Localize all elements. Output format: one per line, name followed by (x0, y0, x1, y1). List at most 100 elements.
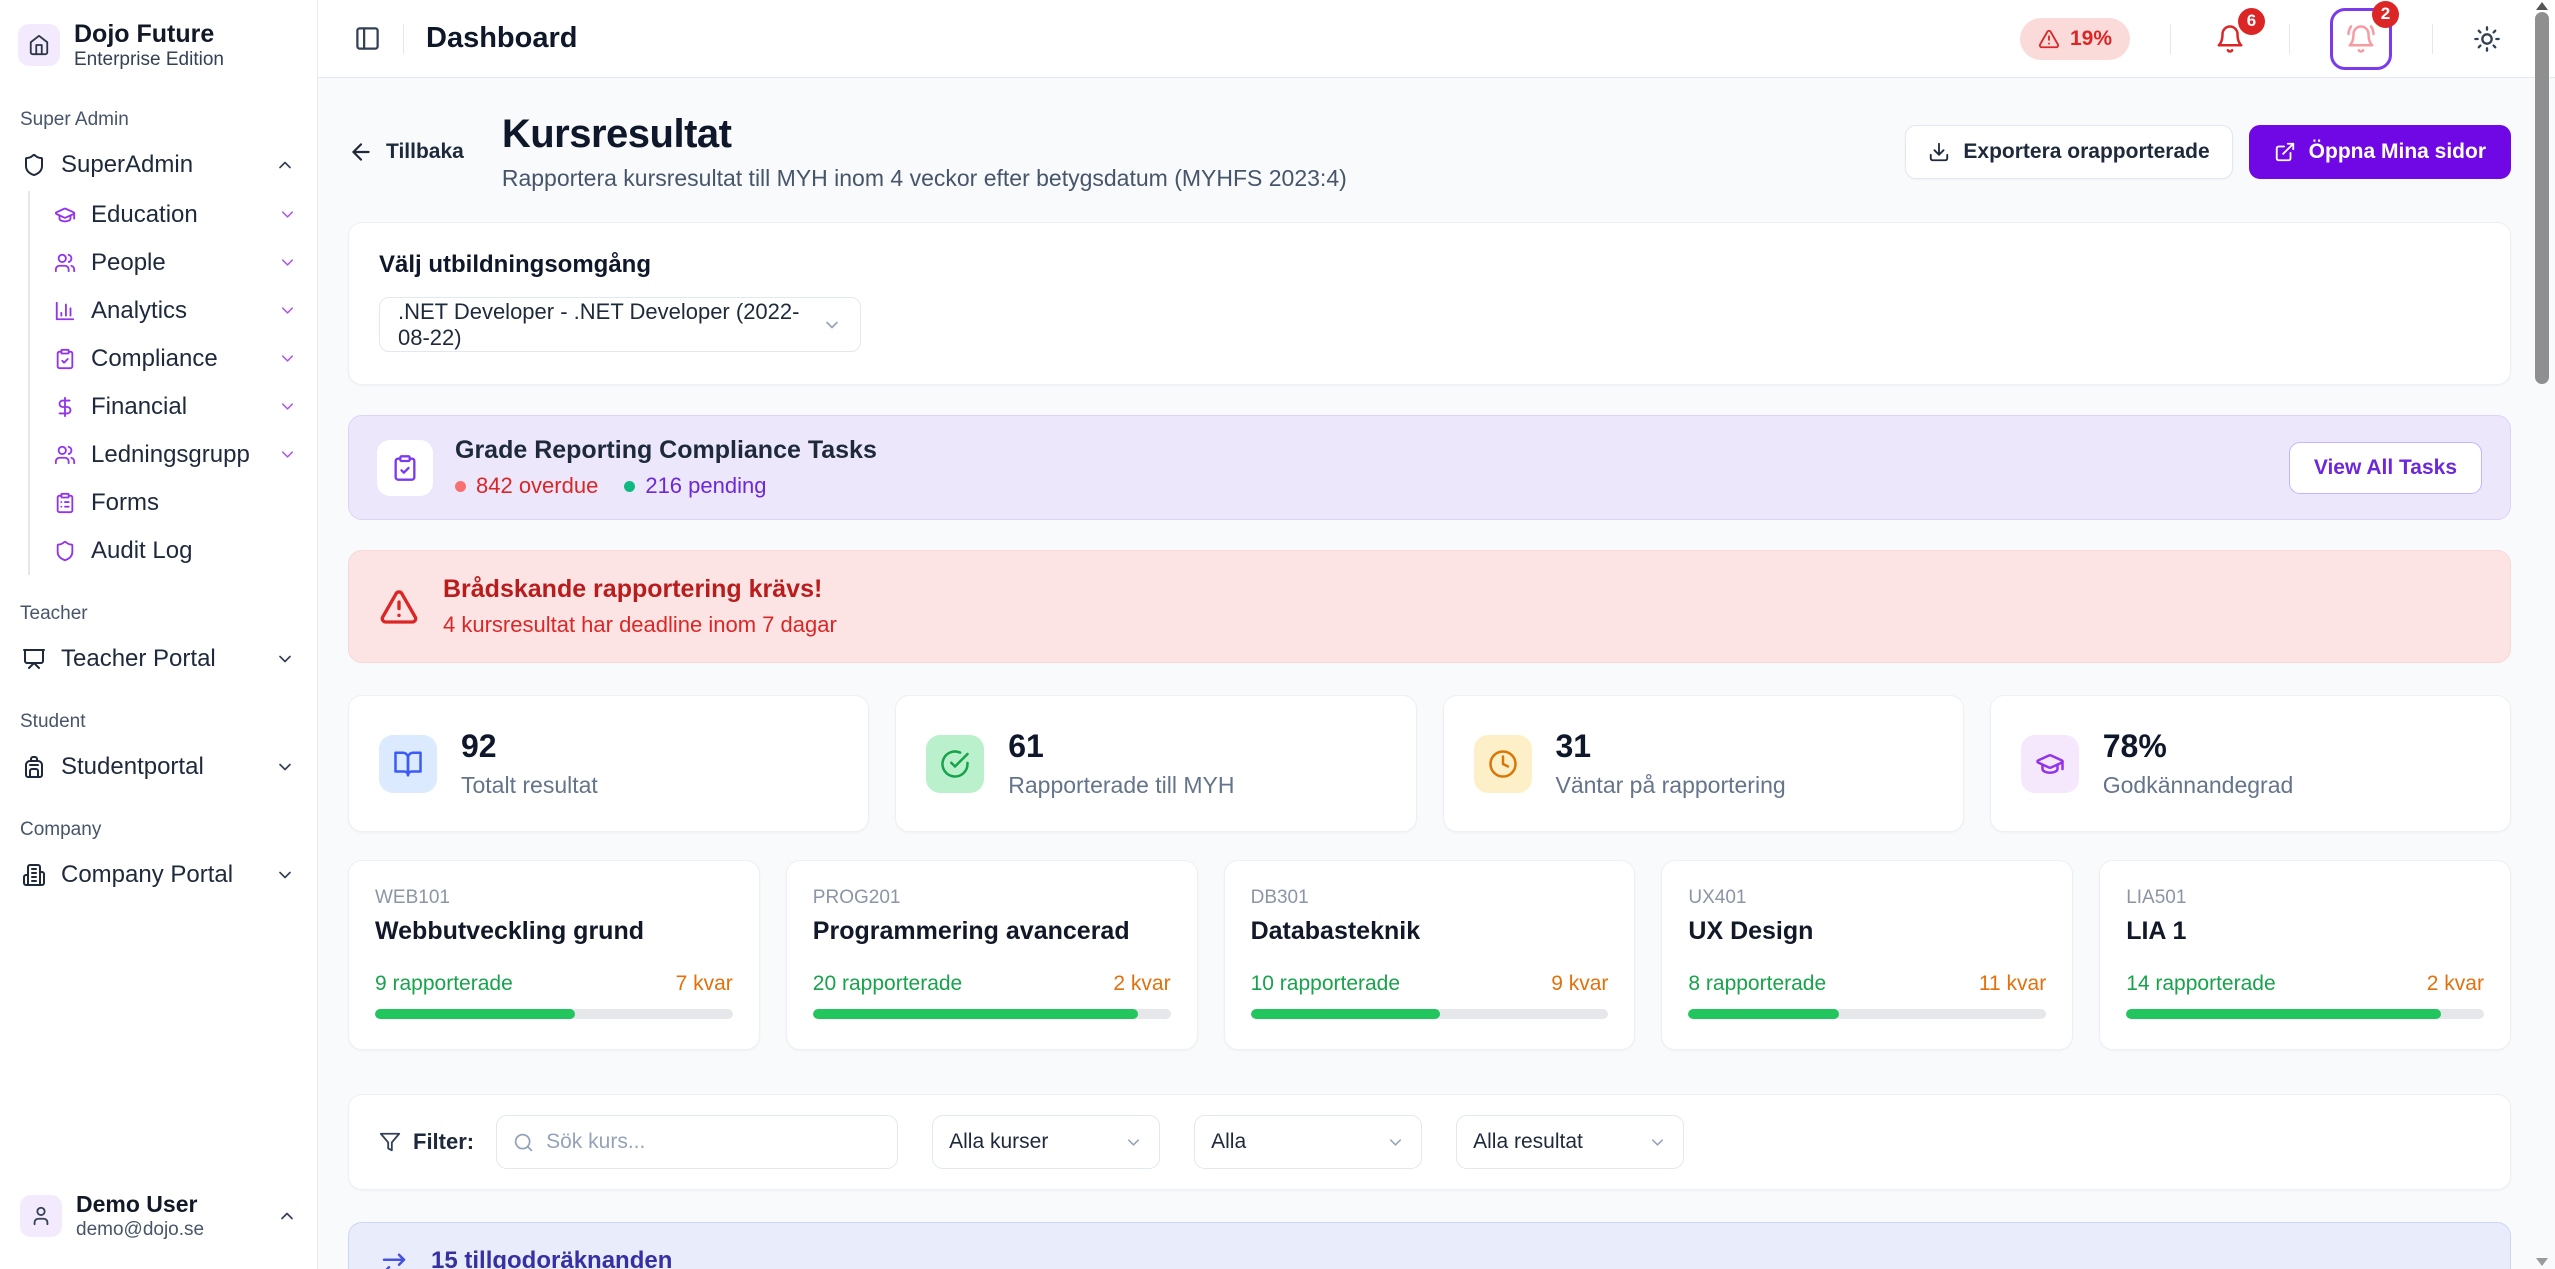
backpack-icon (22, 755, 46, 779)
users-icon (54, 444, 76, 466)
course-card-lia501[interactable]: LIA501 LIA 1 14 rapporterade 2 kvar (2099, 860, 2511, 1050)
course-progress-fill (2126, 1009, 2441, 1019)
view-all-tasks-button[interactable]: View All Tasks (2289, 442, 2482, 494)
topbar-divider (2289, 24, 2290, 54)
sidebar-item-analytics[interactable]: Analytics (50, 287, 301, 335)
course-card-web101[interactable]: WEB101 Webbutveckling grund 9 rapportera… (348, 860, 760, 1050)
brand: Dojo Future Enterprise Edition (16, 18, 301, 81)
sidebar-item-financial[interactable]: Financial (50, 383, 301, 431)
status-filter-select[interactable]: Alla (1194, 1115, 1422, 1169)
shield-icon (54, 540, 76, 562)
shield-icon (22, 153, 46, 177)
sidebar-item-teacher-portal[interactable]: Teacher Portal (16, 635, 301, 683)
sidebar-item-studentportal[interactable]: Studentportal (16, 743, 301, 791)
chevron-down-icon (1648, 1133, 1667, 1152)
users-icon (54, 252, 76, 274)
course-card-prog201[interactable]: PROG201 Programmering avancerad 20 rappo… (786, 860, 1198, 1050)
course-code: PROG201 (813, 887, 1171, 909)
chevron-down-icon (278, 253, 297, 272)
scrollbar-thumb[interactable] (2535, 12, 2549, 384)
sidebar-toggle-button[interactable] (354, 25, 381, 52)
download-icon (1928, 141, 1950, 163)
course-code: LIA501 (2126, 887, 2484, 909)
scrollbar-down-arrow[interactable] (2536, 1258, 2548, 1266)
cohort-select[interactable]: .NET Developer - .NET Developer (2022-08… (379, 297, 861, 352)
compliance-title: Grade Reporting Compliance Tasks (455, 436, 877, 465)
sidebar-item-compliance[interactable]: Compliance (50, 335, 301, 383)
course-remaining: 2 kvar (2427, 972, 2484, 996)
active-notification-count-badge: 2 (2372, 1, 2399, 28)
credits-info-box: 15 tillgodoräknanden Kurser som tillgodo… (348, 1222, 2511, 1269)
stat-value: 92 (461, 728, 598, 765)
course-card-db301[interactable]: DB301 Databasteknik 10 rapporterade 9 kv… (1224, 860, 1636, 1050)
sidebar-item-superadmin[interactable]: SuperAdmin (16, 141, 301, 189)
clipboard-list-icon (54, 492, 76, 514)
urgent-report-alert: Brådskande rapportering krävs! 4 kursres… (348, 550, 2511, 663)
course-progress-track (1688, 1009, 2046, 1019)
sidebar-item-people[interactable]: People (50, 239, 301, 287)
bell-ring-icon (2346, 24, 2376, 54)
alert-triangle-icon (2038, 28, 2060, 50)
sidebar-item-label: Education (91, 201, 198, 229)
theme-toggle-button[interactable] (2473, 25, 2501, 53)
course-progress-fill (1688, 1009, 1838, 1019)
back-label: Tillbaka (386, 140, 464, 164)
filter-icon (379, 1131, 401, 1153)
building-icon (22, 863, 46, 887)
open-mina-sidor-button[interactable]: Öppna Mina sidor (2249, 125, 2511, 179)
course-code: WEB101 (375, 887, 733, 909)
course-remaining: 11 kvar (1979, 972, 2046, 996)
course-card-ux401[interactable]: UX401 UX Design 8 rapporterade 11 kvar (1661, 860, 2073, 1050)
sidebar-item-forms[interactable]: Forms (50, 479, 301, 527)
course-reported: 14 rapporterade (2126, 972, 2275, 996)
clipboard-check-icon (54, 348, 76, 370)
sidebar-item-audit-log[interactable]: Audit Log (50, 527, 301, 575)
notifications-button[interactable]: 6 (2211, 20, 2249, 58)
result-filter-select[interactable]: Alla resultat (1456, 1115, 1684, 1169)
course-filter-select[interactable]: Alla kurser (932, 1115, 1160, 1169)
chevron-down-icon (1124, 1133, 1143, 1152)
sidebar-item-company-portal[interactable]: Company Portal (16, 851, 301, 899)
dollar-sign-icon (54, 396, 76, 418)
clock-icon (1474, 735, 1532, 793)
status-filter-value: Alla (1211, 1130, 1246, 1154)
filter-label: Filter: (413, 1129, 474, 1155)
superadmin-submenu: Education People Analytics Compliance Fi (28, 191, 301, 575)
user-email: demo@dojo.se (76, 1219, 204, 1241)
clipboard-check-icon (377, 440, 433, 496)
transfer-arrows-icon (379, 1251, 409, 1269)
sidebar-item-ledningsgrupp[interactable]: Ledningsgrupp (50, 431, 301, 479)
chevron-down-icon (275, 649, 295, 669)
book-open-icon (379, 735, 437, 793)
brand-edition: Enterprise Edition (74, 49, 224, 71)
cohort-select-card: Välj utbildningsomgång .NET Developer - … (348, 222, 2511, 385)
course-code: DB301 (1251, 887, 1609, 909)
topbar-divider (403, 24, 404, 54)
stat-card-waiting: 31 Väntar på rapportering (1443, 695, 1964, 832)
course-filter-value: Alla kurser (949, 1130, 1048, 1154)
course-name: Databasteknik (1251, 917, 1609, 946)
stat-value: 78% (2103, 728, 2294, 765)
search-input[interactable] (546, 1130, 881, 1154)
user-name: Demo User (76, 1191, 204, 1219)
presentation-icon (22, 647, 46, 671)
app-window: Dojo Future Enterprise Edition Super Adm… (0, 0, 2555, 1269)
chevron-up-icon (275, 155, 295, 175)
warning-percentage-value: 19% (2070, 27, 2112, 51)
overdue-dot (455, 481, 466, 492)
course-progress-fill (375, 1009, 575, 1019)
sidebar-item-label: Compliance (91, 345, 218, 373)
export-unreported-button[interactable]: Exportera orapporterade (1905, 125, 2232, 179)
stat-card-total: 92 Totalt resultat (348, 695, 869, 832)
topbar-title: Dashboard (426, 22, 577, 55)
user-menu[interactable]: Demo User demo@dojo.se (16, 1183, 301, 1249)
course-progress-fill (813, 1009, 1139, 1019)
course-search (496, 1115, 898, 1169)
sidebar-item-education[interactable]: Education (50, 191, 301, 239)
warning-percentage-badge[interactable]: 19% (2020, 18, 2130, 60)
scrollbar-up-arrow[interactable] (2536, 2, 2548, 10)
back-button[interactable]: Tillbaka (348, 139, 464, 165)
stat-label: Godkännandegrad (2103, 772, 2294, 799)
home-icon (18, 24, 60, 66)
active-notifications-button[interactable]: 2 (2330, 8, 2392, 70)
